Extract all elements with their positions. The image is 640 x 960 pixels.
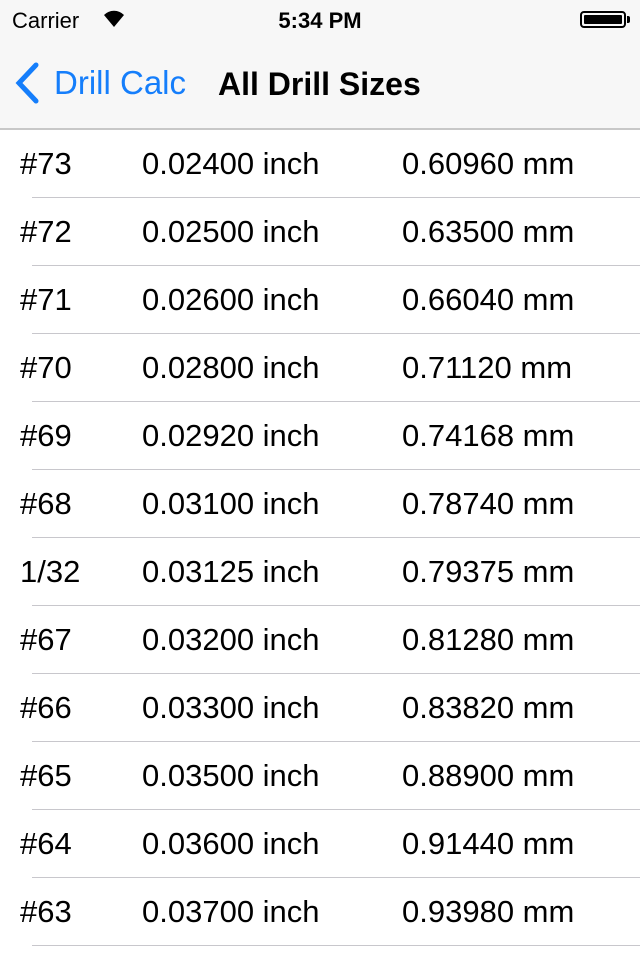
drill-size: #70 <box>20 350 72 385</box>
mm-value: 0.91440 mm <box>402 826 575 861</box>
inch-value: 0.02500 inch <box>142 214 320 249</box>
back-label: Drill Calc <box>54 64 186 101</box>
mm-value: 0.74168 mm <box>402 418 575 453</box>
status-bar: Carrier 5:34 PM <box>0 0 640 40</box>
mm-value: 0.78740 mm <box>402 486 575 521</box>
mm-value: 0.83820 mm <box>402 690 575 725</box>
inch-value: 0.03300 inch <box>142 690 320 725</box>
chevron-left-icon <box>15 62 39 104</box>
mm-value: 0.63500 mm <box>402 214 575 249</box>
drill-size: #72 <box>20 214 72 249</box>
table-row[interactable]: #67 0.03200 inch 0.81280 mm <box>20 606 640 674</box>
inch-value: 0.02400 inch <box>142 146 320 181</box>
drill-size: #65 <box>20 758 72 793</box>
table-row[interactable]: #72 0.02500 inch 0.63500 mm <box>20 198 640 266</box>
drill-size: #73 <box>20 146 72 181</box>
mm-value: 0.60960 mm <box>402 146 575 181</box>
table-row[interactable]: #73 0.02400 inch 0.60960 mm <box>20 130 640 198</box>
table-row[interactable]: #68 0.03100 inch 0.78740 mm <box>20 470 640 538</box>
inch-value: 0.02920 inch <box>142 418 320 453</box>
drill-size-list[interactable]: #73 0.02400 inch 0.60960 mm #72 0.02500 inch… <box>0 130 640 946</box>
drill-size: #68 <box>20 486 72 521</box>
drill-size: #64 <box>20 826 72 861</box>
drill-size: #67 <box>20 622 72 657</box>
table-row[interactable]: #64 0.03600 inch 0.91440 mm <box>20 810 640 878</box>
mm-value: 0.93980 mm <box>402 894 575 929</box>
table-row[interactable]: #71 0.02600 inch 0.66040 mm <box>20 266 640 334</box>
mm-value: 0.79375 mm <box>402 554 575 589</box>
table-row[interactable]: #69 0.02920 inch 0.74168 mm <box>20 402 640 470</box>
drill-size: 1/32 <box>20 554 81 589</box>
table-row[interactable]: #65 0.03500 inch 0.88900 mm <box>20 742 640 810</box>
inch-value: 0.03500 inch <box>142 758 320 793</box>
inch-value: 0.03200 inch <box>142 622 320 657</box>
mm-value: 0.71120 mm <box>402 350 573 385</box>
inch-value: 0.02600 inch <box>142 282 320 317</box>
table-row[interactable]: #63 0.03700 inch 0.93980 mm <box>20 878 640 946</box>
battery-icon <box>580 11 626 28</box>
status-time: 5:34 PM <box>278 8 362 33</box>
table-row[interactable]: #66 0.03300 inch 0.83820 mm <box>20 674 640 742</box>
drill-size: #63 <box>20 894 72 929</box>
inch-value: 0.03100 inch <box>142 486 320 521</box>
inch-value: 0.02800 inch <box>142 350 320 385</box>
inch-value: 0.03700 inch <box>142 894 320 929</box>
mm-value: 0.88900 mm <box>402 758 575 793</box>
drill-size: #71 <box>20 282 72 317</box>
drill-size: #69 <box>20 418 72 453</box>
inch-value: 0.03600 inch <box>142 826 320 861</box>
inch-value: 0.03125 inch <box>142 554 320 589</box>
mm-value: 0.81280 mm <box>402 622 575 657</box>
drill-size: #66 <box>20 690 72 725</box>
mm-value: 0.66040 mm <box>402 282 575 317</box>
page-title: All Drill Sizes <box>218 66 421 102</box>
table-row[interactable]: 1/32 0.03125 inch 0.79375 mm <box>20 538 640 606</box>
navigation-header: Carrier 5:34 PM Drill Calc All Drill Siz… <box>0 0 640 130</box>
back-button[interactable]: Drill Calc <box>14 62 186 104</box>
table-row[interactable]: #70 0.02800 inch 0.71120 mm <box>20 334 640 402</box>
battery-nub <box>627 16 630 23</box>
